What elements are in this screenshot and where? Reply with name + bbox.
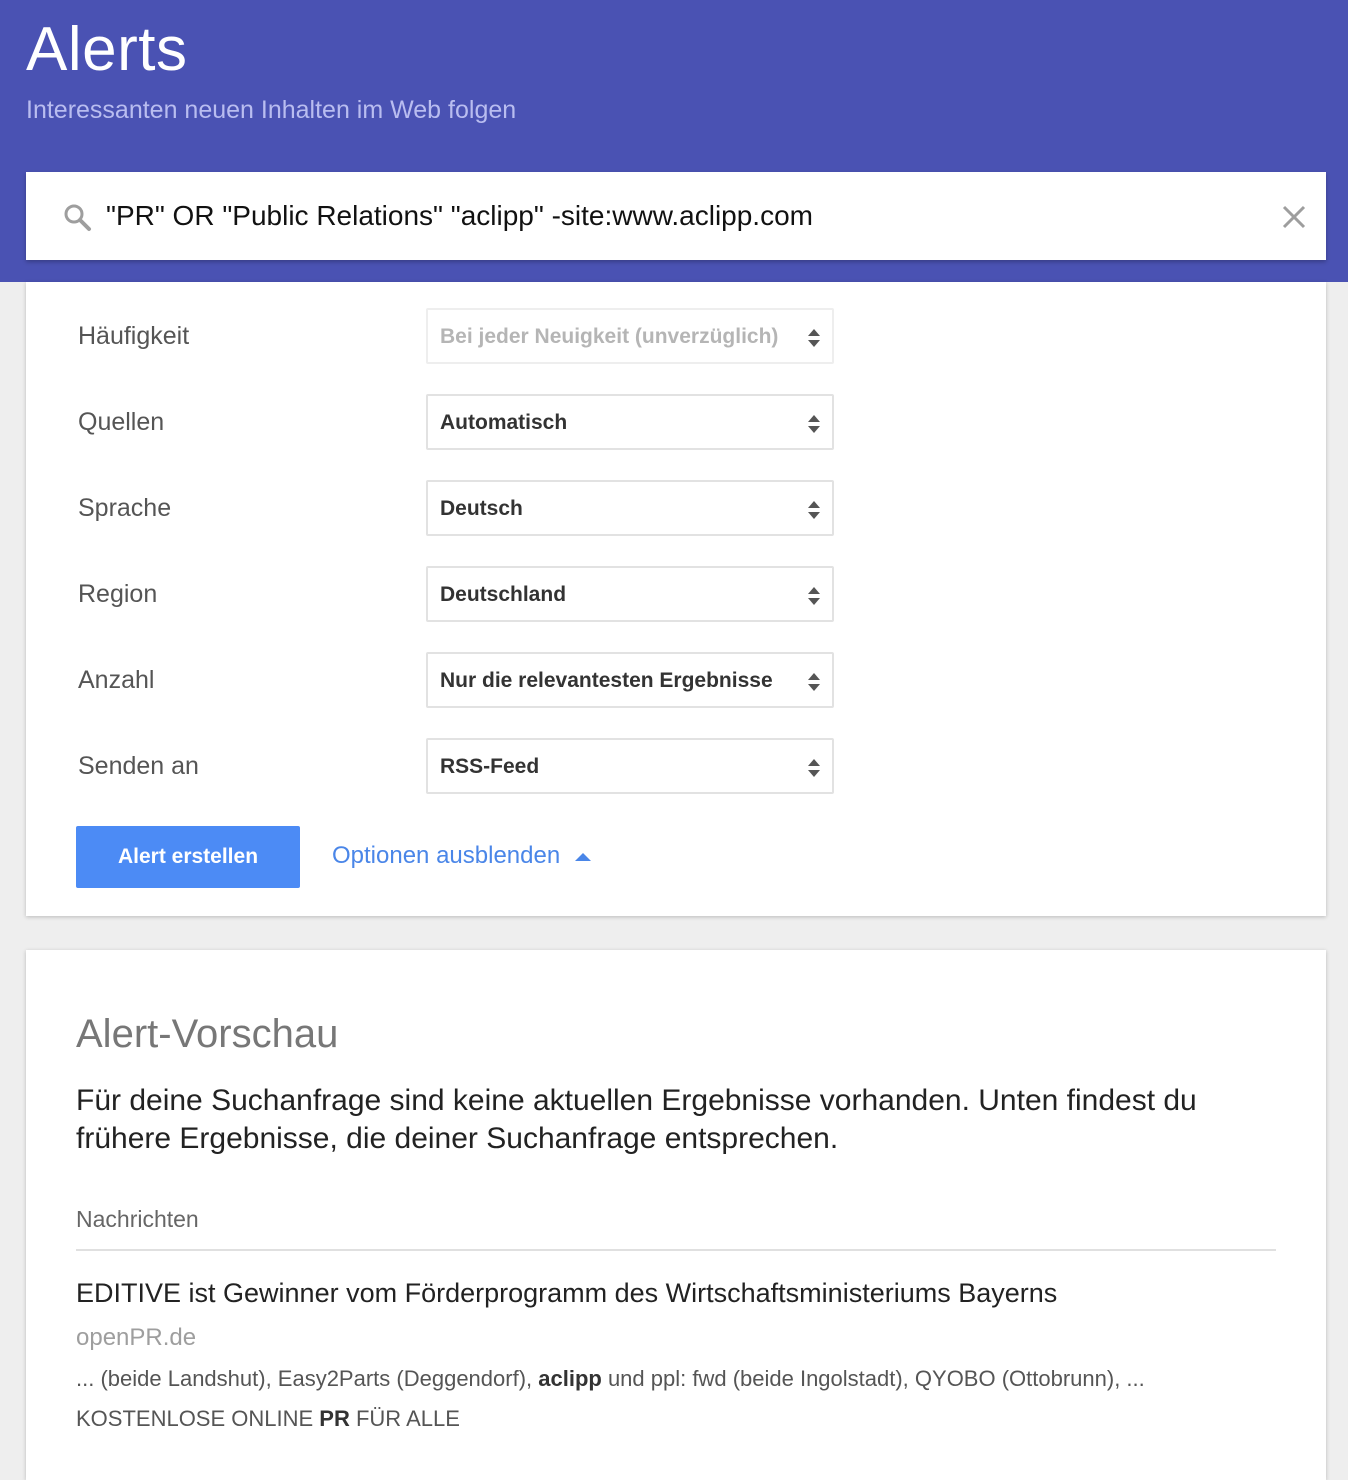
search-icon <box>64 204 91 231</box>
select-arrows-icon <box>808 673 820 691</box>
select-arrows-icon <box>808 329 820 347</box>
result-source: openPR.de <box>76 1324 197 1351</box>
select-value: Deutschland <box>440 583 567 606</box>
option-row-language: Sprache Deutsch <box>78 480 868 538</box>
create-alert-button[interactable]: Alert erstellen <box>76 826 300 888</box>
divider <box>76 1249 1276 1251</box>
search-query-text[interactable]: "PR" OR "Public Relations" "aclipp" -sit… <box>106 200 813 232</box>
search-input[interactable]: "PR" OR "Public Relations" "aclipp" -sit… <box>26 172 1326 260</box>
option-row-sources: Quellen Automatisch <box>78 394 868 452</box>
deliver-to-select[interactable]: RSS-Feed <box>426 738 834 794</box>
hide-options-link[interactable]: Optionen ausblenden <box>332 842 560 870</box>
footer-highlight: PR <box>319 1406 350 1431</box>
count-select[interactable]: Nur die relevantesten Ergebnisse <box>426 652 834 708</box>
alert-preview-card: Alert-Vorschau Für deine Suchanfrage sin… <box>26 950 1326 1480</box>
footer-text: FÜR ALLE <box>349 1406 460 1431</box>
snippet-text: und ppl: fwd (beide Ingolstadt), QYOBO (… <box>601 1366 1145 1391</box>
option-row-region: Region Deutschland <box>78 566 868 624</box>
option-label: Region <box>78 580 158 608</box>
option-row-count: Anzahl Nur die relevantesten Ergebnisse <box>78 652 868 710</box>
select-arrows-icon <box>808 759 820 777</box>
select-value: Deutsch <box>440 497 523 520</box>
preview-title: Alert-Vorschau <box>76 1012 339 1056</box>
snippet-highlight: aclipp <box>538 1366 602 1391</box>
result-snippet: ... (beide Landshut), Easy2Parts (Deggen… <box>76 1366 1145 1392</box>
sources-select[interactable]: Automatisch <box>426 394 834 450</box>
preview-message: Für deine Suchanfrage sind keine aktuell… <box>76 1084 1197 1155</box>
option-label: Anzahl <box>78 666 155 694</box>
select-value: Nur die relevantesten Ergebnisse <box>440 669 773 692</box>
section-label-news: Nachrichten <box>76 1206 199 1232</box>
frequency-select: Bei jeder Neuigkeit (unverzüglich) <box>426 308 834 364</box>
footer-text: KOSTENLOSE ONLINE <box>76 1406 320 1431</box>
caret-up-icon[interactable] <box>574 852 592 862</box>
language-select[interactable]: Deutsch <box>426 480 834 536</box>
close-icon[interactable] <box>1280 203 1308 231</box>
option-row-frequency: Häufigkeit Bei jeder Neuigkeit (unverzüg… <box>78 308 868 366</box>
result-footer: KOSTENLOSE ONLINE PR FÜR ALLE <box>76 1406 460 1432</box>
page-title: Alerts <box>26 15 188 84</box>
option-label: Sprache <box>78 494 172 522</box>
region-select[interactable]: Deutschland <box>426 566 834 622</box>
page-subtitle: Interessanten neuen Inhalten im Web folg… <box>26 96 517 124</box>
select-value: RSS-Feed <box>440 755 540 778</box>
option-label: Häufigkeit <box>78 322 190 350</box>
option-row-deliver-to: Senden an RSS-Feed <box>78 738 868 796</box>
alert-options-card: Häufigkeit Bei jeder Neuigkeit (unverzüg… <box>26 282 1326 916</box>
option-label: Quellen <box>78 408 165 436</box>
snippet-text: ... (beide Landshut), Easy2Parts (Deggen… <box>76 1366 539 1391</box>
result-title-link[interactable]: EDITIVE ist Gewinner vom Förderprogramm … <box>76 1278 1057 1309</box>
select-value: Bei jeder Neuigkeit (unverzüglich) <box>440 325 779 348</box>
select-arrows-icon <box>808 587 820 605</box>
select-arrows-icon <box>808 501 820 519</box>
option-label: Senden an <box>78 752 199 780</box>
select-value: Automatisch <box>440 411 568 434</box>
select-arrows-icon <box>808 415 820 433</box>
